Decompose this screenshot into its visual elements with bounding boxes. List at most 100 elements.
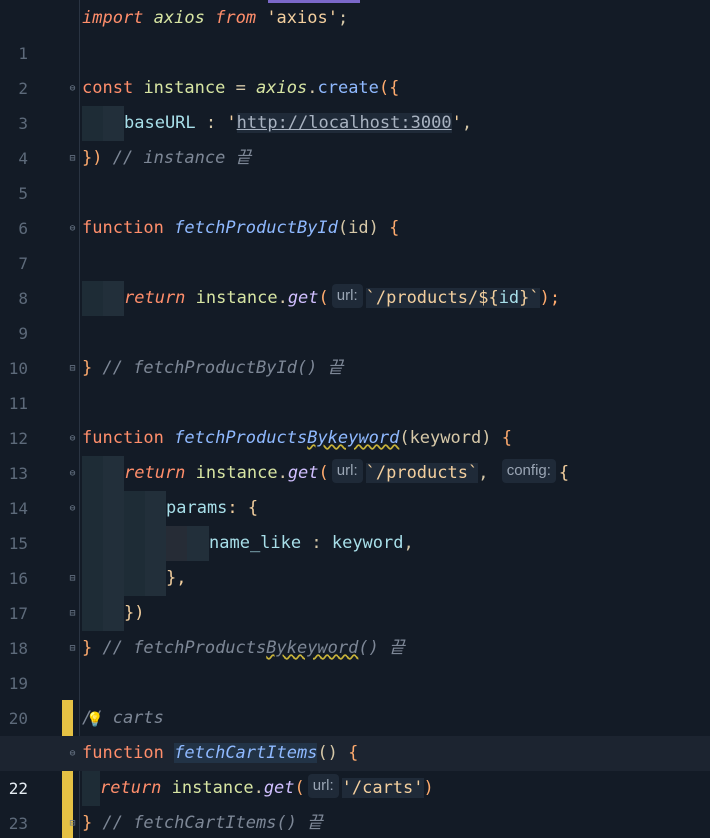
code-line[interactable]: 9 return instance.get(url: `/products/${i… bbox=[0, 281, 710, 343]
identifier: id bbox=[498, 288, 520, 308]
code-line[interactable]: 5 ⊟ }) // instance 끝 bbox=[0, 141, 710, 203]
punct: }, bbox=[166, 568, 187, 588]
indent-guide bbox=[82, 281, 103, 316]
keyword: return bbox=[100, 778, 162, 798]
comment-typo: Bykeyword bbox=[266, 638, 359, 658]
code-line[interactable]: 4 baseURL : 'http://localhost:3000', bbox=[0, 106, 710, 168]
punct: . bbox=[253, 778, 264, 798]
identifier: axios bbox=[256, 78, 308, 98]
fold-open-icon[interactable]: ⊖ bbox=[67, 502, 78, 515]
fold-close-icon[interactable]: ⊟ bbox=[67, 362, 78, 375]
indent-guide bbox=[82, 526, 103, 561]
code-line-current[interactable]: 22 ⊖ function fetchCartItems() { bbox=[0, 736, 710, 798]
code-line[interactable]: 19 ⊟ } // fetchProductsBykeyword() 끝 bbox=[0, 631, 710, 693]
code-line[interactable]: 14 ⊖ return instance.get(url: `/products`… bbox=[0, 456, 710, 518]
fold-open-icon[interactable]: ⊖ bbox=[67, 432, 78, 445]
code-line[interactable]: 11 ⊟ } // fetchProductById() 끝 bbox=[0, 351, 710, 413]
punct: : bbox=[301, 533, 332, 553]
function-name-typo: Bykeyword bbox=[307, 428, 400, 448]
indent-guide bbox=[145, 561, 166, 596]
identifier: instance bbox=[171, 778, 254, 798]
punct: . bbox=[277, 463, 288, 483]
identifier: keyword bbox=[331, 533, 404, 553]
template-string: }` bbox=[519, 288, 540, 308]
identifier: instance bbox=[143, 78, 226, 98]
indent-guide bbox=[82, 491, 103, 526]
string: ' bbox=[226, 113, 237, 133]
punct: }) bbox=[82, 148, 103, 168]
keyword: import bbox=[82, 8, 144, 28]
indent-guide bbox=[82, 596, 103, 631]
param-hint: config: bbox=[501, 459, 556, 483]
punct: : { bbox=[227, 498, 259, 518]
fold-close-icon[interactable]: ⊟ bbox=[67, 152, 78, 165]
punct: } bbox=[82, 358, 93, 378]
indent-guide bbox=[145, 526, 166, 561]
indent-guide bbox=[124, 561, 145, 596]
param-hint: url: bbox=[331, 284, 363, 308]
punct: , bbox=[403, 533, 414, 553]
fold-close-icon[interactable]: ⊟ bbox=[67, 607, 78, 620]
url-link[interactable]: http://localhost:3000 bbox=[236, 113, 452, 133]
params: () bbox=[317, 743, 338, 763]
comment: // fetchCartItems() 끝 bbox=[92, 813, 323, 833]
punct: ); bbox=[539, 288, 561, 308]
code-line[interactable]: 10 bbox=[0, 316, 710, 378]
code-line[interactable]: 8 bbox=[0, 246, 710, 308]
code-line[interactable]: 18 ⊟ }) bbox=[0, 596, 710, 658]
punct: , bbox=[461, 113, 473, 133]
property: name_like bbox=[209, 533, 302, 553]
punct: : bbox=[195, 113, 227, 133]
string: 'axios' bbox=[266, 8, 338, 28]
fold-open-icon[interactable]: ⊖ bbox=[67, 82, 78, 95]
punct: ({ bbox=[378, 78, 400, 98]
punct: { bbox=[337, 743, 359, 763]
fold-close-icon[interactable]: ⊟ bbox=[67, 572, 78, 585]
code-line[interactable]: 16 name_like : keyword, bbox=[0, 526, 710, 588]
comment: // instance 끝 bbox=[102, 148, 252, 168]
code-line[interactable]: 1 import axios from 'axios'; bbox=[0, 1, 710, 63]
keyword: function bbox=[82, 743, 164, 763]
fold-close-icon[interactable]: ⊟ bbox=[67, 817, 78, 830]
indent-guide bbox=[124, 526, 145, 561]
code-line[interactable]: 3 ⊖ const instance = axios.create({ bbox=[0, 71, 710, 133]
code-line[interactable]: 23 return instance.get(url: '/carts') bbox=[0, 771, 710, 833]
params: (id) bbox=[337, 218, 379, 238]
indent-guide bbox=[82, 561, 103, 596]
method-name: get bbox=[263, 778, 295, 798]
code-line[interactable]: 12 bbox=[0, 386, 710, 448]
code-line[interactable]: 20 bbox=[0, 666, 710, 728]
indent-guide bbox=[103, 106, 124, 141]
params: (keyword) bbox=[399, 428, 492, 448]
keyword: const bbox=[82, 78, 134, 98]
punct: ( bbox=[318, 288, 329, 308]
code-line[interactable]: 17 ⊟ }, bbox=[0, 561, 710, 623]
code-line[interactable]: 21 // carts 💡 bbox=[0, 701, 710, 763]
method-name: create bbox=[317, 78, 379, 98]
code-line[interactable]: 6 bbox=[0, 176, 710, 238]
indent-guide bbox=[103, 456, 124, 491]
lightbulb-icon[interactable]: 💡 bbox=[86, 713, 103, 727]
code-editor[interactable]: 1 import axios from 'axios'; 2 3 ⊖ const… bbox=[0, 0, 710, 838]
string: ' bbox=[451, 113, 462, 133]
comment: () 끝 bbox=[358, 638, 405, 658]
fold-open-icon[interactable]: ⊖ bbox=[67, 467, 78, 480]
comment: // fetchProductById() 끝 bbox=[92, 358, 344, 378]
fold-open-icon[interactable]: ⊖ bbox=[67, 222, 78, 235]
fold-open-icon[interactable]: ⊖ bbox=[67, 747, 78, 760]
code-line[interactable]: 13 ⊖ function fetchProductsBykeyword(key… bbox=[0, 421, 710, 483]
method-name: get bbox=[287, 288, 319, 308]
punct: ; bbox=[337, 8, 349, 28]
indent-guide bbox=[166, 526, 187, 561]
comment: // fetchProducts bbox=[92, 638, 267, 658]
fold-close-icon[interactable]: ⊟ bbox=[67, 642, 78, 655]
code-line[interactable]: 15 ⊖ params: { bbox=[0, 491, 710, 553]
code-line[interactable]: 7 ⊖ function fetchProductById(id) { bbox=[0, 211, 710, 273]
keyword: from bbox=[215, 8, 257, 28]
code-line[interactable]: 24 ⊟ } // fetchCartItems() 끝 bbox=[0, 806, 710, 838]
punct: { bbox=[491, 428, 512, 448]
punct: ) bbox=[423, 778, 434, 798]
code-line[interactable]: 2 bbox=[0, 36, 710, 98]
punct: } bbox=[82, 813, 93, 833]
indent-guide bbox=[187, 526, 209, 561]
